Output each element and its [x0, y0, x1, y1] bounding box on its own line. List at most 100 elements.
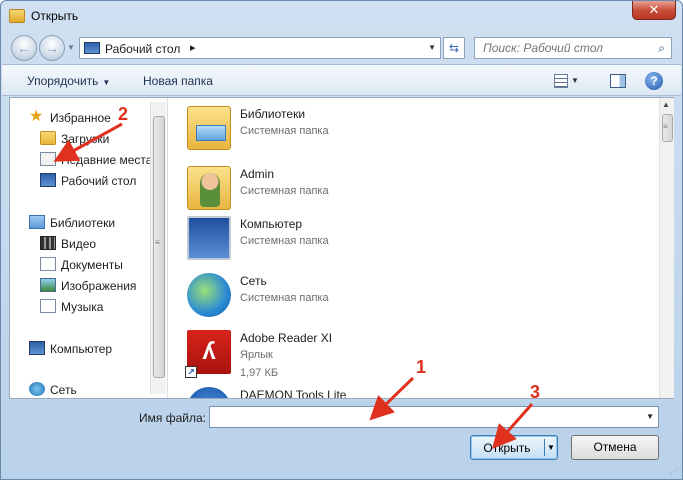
filename-combobox[interactable]: ▼: [209, 406, 659, 428]
file-name: Adobe Reader XI: [240, 331, 333, 345]
computer-icon: [29, 341, 45, 355]
resize-grip-icon[interactable]: ⋰: [670, 467, 678, 476]
filename-label: Имя файла:: [139, 411, 206, 425]
file-name: Admin: [240, 167, 275, 181]
nav-item-favorites[interactable]: ★ Избранное: [10, 108, 150, 128]
libraries-folder-icon: [187, 106, 231, 150]
nav-item-pictures[interactable]: Изображения: [10, 276, 150, 296]
desktop-icon: [40, 173, 56, 187]
filename-input[interactable]: [210, 407, 640, 427]
open-button-label: Открыть: [483, 441, 531, 455]
nav-item-label: Рабочий стол: [61, 174, 137, 188]
file-type: Системная папка: [240, 185, 329, 197]
chevron-down-icon[interactable]: ▼: [547, 443, 555, 452]
breadcrumb-arrow-icon[interactable]: ▸: [190, 41, 196, 54]
chevron-down-icon[interactable]: ▼: [646, 412, 654, 421]
navigation-pane: ★ Избранное Загрузки Недавние места Рабо…: [10, 98, 168, 398]
organize-button[interactable]: Упорядочить ▼: [27, 74, 110, 88]
nav-item-label: Загрузки: [61, 132, 110, 146]
file-name: Компьютер: [240, 217, 303, 231]
back-button[interactable]: ←: [11, 35, 37, 61]
forward-button[interactable]: →: [39, 35, 65, 61]
search-input[interactable]: [475, 38, 651, 58]
new-folder-button[interactable]: Новая папка: [143, 74, 213, 88]
downloads-folder-icon: [40, 131, 56, 145]
list-item[interactable]: Библиотеки Системная папка: [187, 100, 647, 160]
list-item[interactable]: Сеть Системная папка: [187, 267, 647, 327]
refresh-icon: ⇆: [448, 41, 460, 55]
libraries-icon: [29, 215, 45, 229]
refresh-button[interactable]: ⇆: [443, 37, 465, 59]
nav-item-label: Избранное: [50, 111, 111, 125]
video-icon: [40, 236, 56, 250]
nav-item-label: Недавние места: [61, 153, 153, 167]
window-title: Открыть: [31, 9, 79, 23]
pdf-shortcut-icon: ʎ ↗: [185, 330, 231, 378]
nav-item-downloads[interactable]: Загрузки: [10, 129, 150, 149]
nav-item-label: Компьютер: [50, 342, 113, 356]
file-name: Библиотеки: [240, 107, 306, 121]
search-box[interactable]: ⌕: [474, 37, 672, 59]
annotation-number-1: 1: [416, 357, 427, 377]
open-button[interactable]: Открыть ▼: [470, 435, 558, 460]
file-name: Сеть: [240, 274, 267, 288]
nav-item-recent-places[interactable]: Недавние места: [10, 150, 153, 170]
list-item[interactable]: DAEMON Tools Lite: [187, 381, 647, 398]
scroll-up-icon[interactable]: ▲: [662, 100, 670, 109]
annotation-number-3: 3: [530, 382, 541, 402]
browser-body: ★ Избранное Загрузки Недавние места Рабо…: [9, 97, 674, 399]
organize-label: Упорядочить: [27, 74, 99, 88]
nav-item-network[interactable]: Сеть: [10, 380, 150, 398]
nav-item-label: Сеть: [50, 383, 77, 397]
preview-pane-icon[interactable]: [610, 74, 626, 88]
recent-pages-dropdown[interactable]: ▼: [67, 43, 75, 52]
close-button[interactable]: ✕: [632, 1, 676, 20]
split-divider: [544, 439, 545, 456]
address-bar[interactable]: Рабочий стол ▸ ▼: [79, 37, 441, 59]
title-bar[interactable]: Открыть ✕: [1, 1, 682, 31]
chevron-down-icon: ▼: [102, 78, 111, 87]
arrow-right-icon: →: [45, 40, 59, 56]
nav-item-libraries[interactable]: Библиотеки: [10, 213, 150, 233]
chevron-down-icon[interactable]: ▼: [571, 76, 579, 85]
documents-icon: [40, 257, 56, 271]
nav-item-desktop[interactable]: Рабочий стол: [10, 171, 150, 191]
cancel-button[interactable]: Отмена: [571, 435, 659, 460]
search-icon[interactable]: ⌕: [658, 41, 665, 56]
recent-places-icon: [40, 152, 56, 166]
arrow-left-icon: ←: [17, 40, 31, 56]
nav-item-label: Изображения: [61, 279, 137, 293]
pictures-icon: [40, 278, 56, 292]
help-icon[interactable]: ?: [645, 72, 663, 90]
address-path[interactable]: Рабочий стол: [105, 42, 180, 56]
address-row: ← → ▼ Рабочий стол ▸ ▼ ⇆ ⌕: [1, 31, 682, 63]
annotation-number-2: 2: [118, 104, 129, 124]
desktop-icon: [84, 42, 100, 54]
folder-icon: [9, 9, 25, 23]
scrollbar-thumb[interactable]: [153, 116, 165, 378]
open-dialog-window: Открыть ✕ ← → ▼ Рабочий стол ▸ ▼ ⇆ ⌕ Упо…: [0, 0, 683, 480]
file-type: Системная папка: [240, 292, 329, 304]
star-icon: ★: [29, 108, 44, 125]
nav-item-label: Видео: [61, 237, 97, 251]
file-type: Ярлык: [240, 349, 273, 361]
nav-pane-scrollbar[interactable]: ≡: [150, 102, 166, 394]
chevron-down-icon[interactable]: ▼: [428, 43, 436, 52]
nav-item-documents[interactable]: Документы: [10, 255, 150, 275]
file-type: Системная папка: [240, 125, 329, 137]
network-icon: [187, 273, 231, 317]
nav-item-computer[interactable]: Компьютер: [10, 339, 150, 359]
nav-item-video[interactable]: Видео: [10, 234, 150, 254]
file-size: 1,97 КБ: [240, 367, 279, 379]
chevron-down-icon: ▼: [67, 43, 75, 52]
change-view-icon[interactable]: [554, 74, 568, 88]
user-folder-icon: [187, 166, 231, 210]
grip-icon: ≡: [663, 122, 668, 131]
grip-icon: ≡: [155, 238, 160, 247]
nav-item-label: Документы: [61, 258, 123, 272]
command-toolbar: Упорядочить ▼ Новая папка ▼ ?: [2, 64, 681, 96]
nav-item-music[interactable]: Музыка: [10, 297, 150, 317]
nav-item-label: Музыка: [61, 300, 104, 314]
file-list-scrollbar[interactable]: ▲ ≡: [659, 98, 674, 398]
list-item[interactable]: Компьютер Системная папка: [187, 210, 647, 270]
